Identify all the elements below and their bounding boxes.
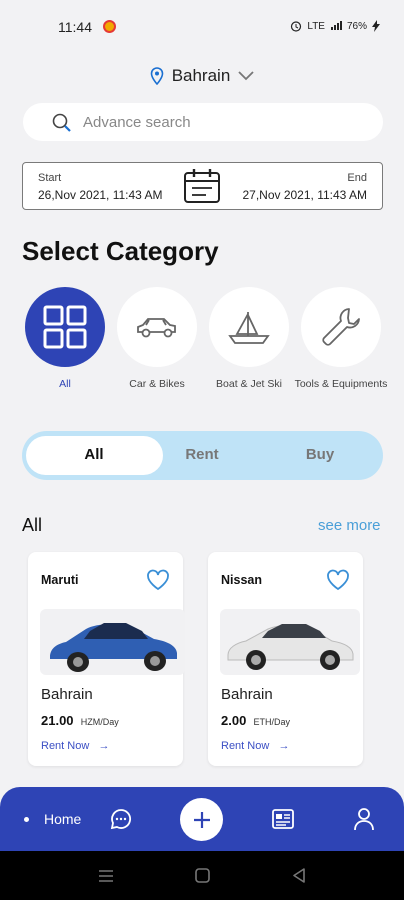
section-title: Select Category (22, 236, 219, 266)
search-icon (52, 113, 71, 132)
signal-label: LTE (307, 20, 325, 32)
status-right: LTE 76% (290, 20, 380, 32)
card-brand: Nissan (221, 573, 262, 587)
listing-card[interactable]: Nissan Bahrain 2.00 ETH/Day Rent Now → (208, 552, 363, 766)
profile-icon[interactable] (353, 807, 375, 831)
location-name: Bahrain (171, 66, 231, 85)
listings-icon[interactable] (272, 809, 294, 829)
location-pin-icon (150, 67, 163, 85)
filter-toggle[interactable]: All Rent Buy (22, 431, 383, 480)
end-label: End (347, 172, 367, 184)
start-label: Start (38, 172, 62, 184)
active-dot (24, 817, 29, 822)
card-price: 2.00 ETH/Day (221, 713, 291, 728)
listing-card[interactable]: Maruti Bahrain 21.00 HZM/Day Rent Now → (28, 552, 185, 766)
category-label-tools: Tools & Equipments (294, 378, 388, 390)
location-selector[interactable]: Bahrain (0, 62, 404, 90)
search-bar[interactable]: Advance search (23, 103, 383, 141)
app-notification-icon (103, 20, 116, 33)
system-nav-bar (0, 851, 404, 900)
calendar-icon (184, 169, 220, 203)
category-label-car: Car & Bikes (129, 378, 185, 390)
category-all[interactable] (25, 287, 105, 367)
rent-now-link[interactable]: Rent Now → (41, 740, 109, 752)
back-icon[interactable] (292, 868, 306, 883)
listing-title: All (22, 515, 43, 535)
category-tools-circle[interactable] (301, 287, 381, 367)
battery-level: 76% (346, 20, 367, 32)
status-time: 11:44 (58, 19, 92, 35)
nav-home[interactable]: Home (44, 811, 81, 827)
car-icon (137, 318, 176, 338)
toggle-all[interactable]: All (34, 446, 154, 463)
category-car-circle[interactable] (117, 287, 197, 367)
boat-icon (228, 312, 270, 344)
card-location: Bahrain (41, 686, 93, 703)
plus-icon (193, 811, 210, 828)
category-car-bikes[interactable] (117, 287, 197, 367)
car-image (220, 609, 360, 675)
toggle-rent[interactable]: Rent (142, 446, 262, 463)
charging-icon (372, 20, 380, 32)
alarm-icon (291, 21, 302, 32)
heart-icon[interactable] (325, 567, 351, 593)
toggle-buy[interactable]: Buy (260, 446, 380, 463)
heart-icon[interactable] (145, 567, 171, 593)
category-tools[interactable] (301, 287, 381, 367)
category-boat-jet-ski[interactable] (209, 287, 289, 367)
car-image (40, 609, 185, 675)
signal-icon (330, 21, 342, 30)
see-more-link[interactable]: see more (318, 517, 381, 534)
search-input[interactable]: Advance search (83, 114, 191, 131)
bottom-nav: Home (0, 787, 404, 851)
card-price: 21.00 HZM/Day (41, 713, 119, 728)
card-brand: Maruti (41, 573, 79, 587)
end-date[interactable]: 27,Nov 2021, 11:43 AM (242, 188, 367, 202)
add-button[interactable] (180, 798, 223, 841)
recent-apps-icon[interactable] (98, 869, 114, 883)
wrench-icon (322, 308, 360, 346)
status-bar: 11:44 LTE 76% (0, 0, 404, 52)
chat-icon[interactable] (110, 808, 132, 830)
category-all-circle[interactable] (25, 287, 105, 367)
chevron-down-icon (238, 71, 254, 81)
category-label-boat: Boat & Jet Ski (216, 378, 282, 390)
grid-icon (43, 305, 87, 349)
card-location: Bahrain (221, 686, 273, 703)
start-date[interactable]: 26,Nov 2021, 11:43 AM (38, 188, 163, 202)
home-icon[interactable] (195, 868, 210, 883)
date-range-picker[interactable]: Start 26,Nov 2021, 11:43 AM End 27,Nov 2… (22, 162, 383, 210)
category-boat-circle[interactable] (209, 287, 289, 367)
rent-now-link[interactable]: Rent Now → (221, 740, 289, 752)
category-label-all: All (59, 378, 71, 390)
